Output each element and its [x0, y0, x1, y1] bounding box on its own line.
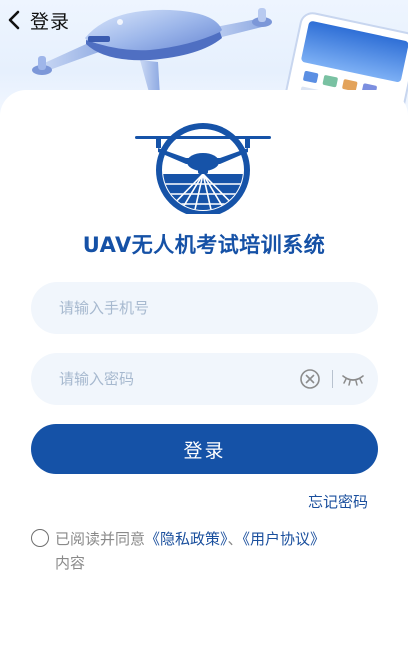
chevron-left-icon[interactable]	[6, 9, 24, 31]
agree-radio[interactable]	[31, 529, 49, 547]
login-button[interactable]: 登录	[31, 424, 378, 474]
app-title: UAV无人机考试培训系统	[82, 233, 326, 257]
agreement-text-line: 已阅读并同意《隐私政策》、《用户协议》	[55, 527, 325, 552]
user-agreement-link[interactable]: 《用户协议》	[243, 530, 326, 548]
divider	[332, 370, 333, 388]
top-bar: 登录	[0, 0, 408, 40]
clear-circle-x-icon[interactable]	[299, 368, 321, 390]
password-input[interactable]	[59, 370, 299, 388]
eye-closed-icon[interactable]	[342, 372, 364, 386]
password-field	[31, 353, 378, 405]
agreement-separator: 、	[227, 530, 243, 548]
privacy-policy-link[interactable]: 《隐私政策》	[145, 530, 228, 548]
agreement-suffix: 内容	[55, 554, 86, 572]
page-title: 登录	[30, 10, 71, 33]
agreement-prefix: 已阅读并同意	[55, 530, 146, 548]
phone-input[interactable]	[59, 299, 364, 317]
forgot-password-link[interactable]: 忘记密码	[308, 491, 368, 512]
phone-field	[31, 282, 378, 334]
uav-drone-logo-icon	[134, 122, 272, 217]
